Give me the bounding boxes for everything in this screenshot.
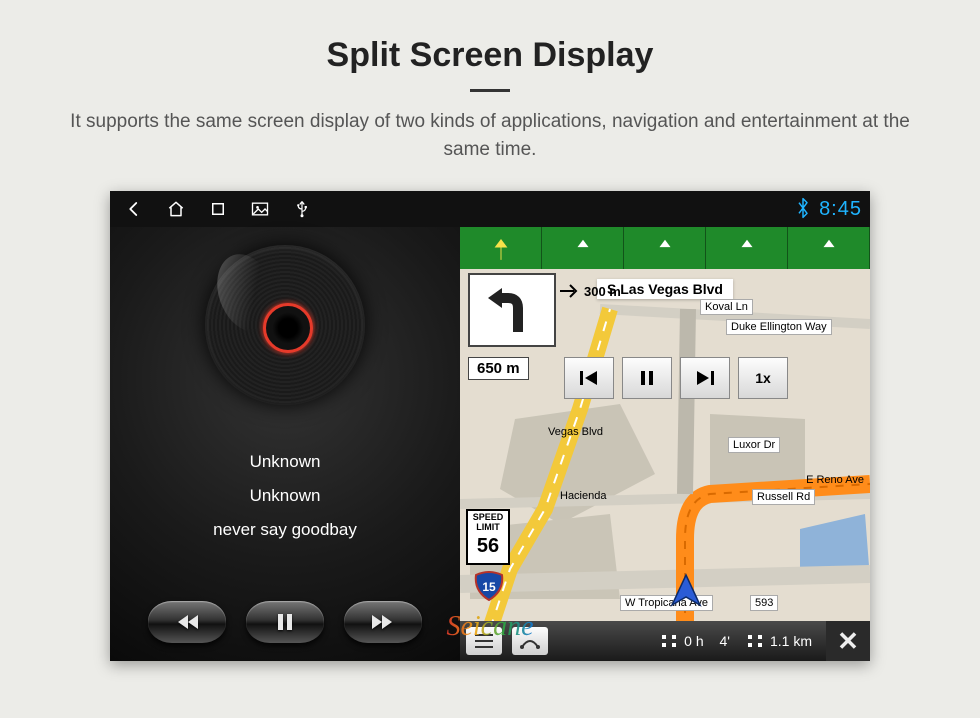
track-album: never say goodbay [213, 513, 357, 547]
usb-icon[interactable] [292, 199, 312, 219]
lane-4 [706, 227, 788, 269]
back-icon[interactable] [124, 199, 144, 219]
svg-text:15: 15 [482, 580, 496, 594]
lane-5 [788, 227, 870, 269]
street-vegas-blvd: Vegas Blvd [544, 425, 607, 439]
device-screenshot: 8:45 Unknown Unknown never say goodbay [110, 191, 870, 661]
main-distance: 650 m [468, 357, 529, 380]
nav-remaining-distance: 1.1 km [746, 632, 812, 650]
vehicle-arrow-icon [668, 573, 704, 609]
sim-controls: 1x [564, 357, 788, 399]
street-reno: E Reno Ave [802, 473, 868, 487]
sim-speed-button[interactable]: 1x [738, 357, 788, 399]
preview-distance: 300 m [560, 283, 621, 299]
title-underline [470, 89, 510, 92]
music-pane: Unknown Unknown never say goodbay [110, 227, 460, 661]
track-title: Unknown [213, 445, 357, 479]
track-artist: Unknown [213, 479, 357, 513]
status-bar: 8:45 [110, 191, 870, 227]
street-duke: Duke Ellington Way [726, 319, 832, 335]
nav-route-button[interactable] [512, 627, 548, 655]
lane-2 [542, 227, 624, 269]
album-disc [205, 245, 365, 405]
nav-bottom-bar: 0 h 4' 1.1 km ✕ [460, 621, 870, 661]
navigation-pane: S Las Vegas Blvd 300 m 650 m 1x SPEED [460, 227, 870, 661]
nav-menu-button[interactable] [466, 627, 502, 655]
music-pause-button[interactable] [246, 601, 324, 643]
interstate-shield: 15 [474, 571, 504, 601]
lane-1 [460, 227, 542, 269]
speed-limit-sign: SPEED LIMIT 56 [466, 509, 510, 565]
status-clock: 8:45 [819, 198, 862, 221]
music-prev-button[interactable] [148, 601, 226, 643]
lane-guidance-bar [460, 227, 870, 269]
music-next-button[interactable] [344, 601, 422, 643]
recent-apps-icon[interactable] [208, 199, 228, 219]
lane-3 [624, 227, 706, 269]
street-luxor: Luxor Dr [728, 437, 780, 453]
home-icon[interactable] [166, 199, 186, 219]
bluetooth-icon [795, 197, 811, 222]
sim-next-button[interactable] [680, 357, 730, 399]
page-subtitle: It supports the same screen display of t… [0, 108, 980, 191]
page-title: Split Screen Display [0, 0, 980, 75]
street-hacienda: Hacienda [556, 489, 610, 503]
sim-pause-button[interactable] [622, 357, 672, 399]
sim-prev-button[interactable] [564, 357, 614, 399]
nav-eta: 0 h 4' [660, 632, 730, 650]
nav-close-button[interactable]: ✕ [826, 621, 870, 661]
street-koval: Koval Ln [700, 299, 753, 315]
street-tropicana-no: 593 [750, 595, 778, 611]
picture-icon[interactable] [250, 199, 270, 219]
street-russell: Russell Rd [752, 489, 815, 505]
next-turn-sign [468, 273, 556, 347]
